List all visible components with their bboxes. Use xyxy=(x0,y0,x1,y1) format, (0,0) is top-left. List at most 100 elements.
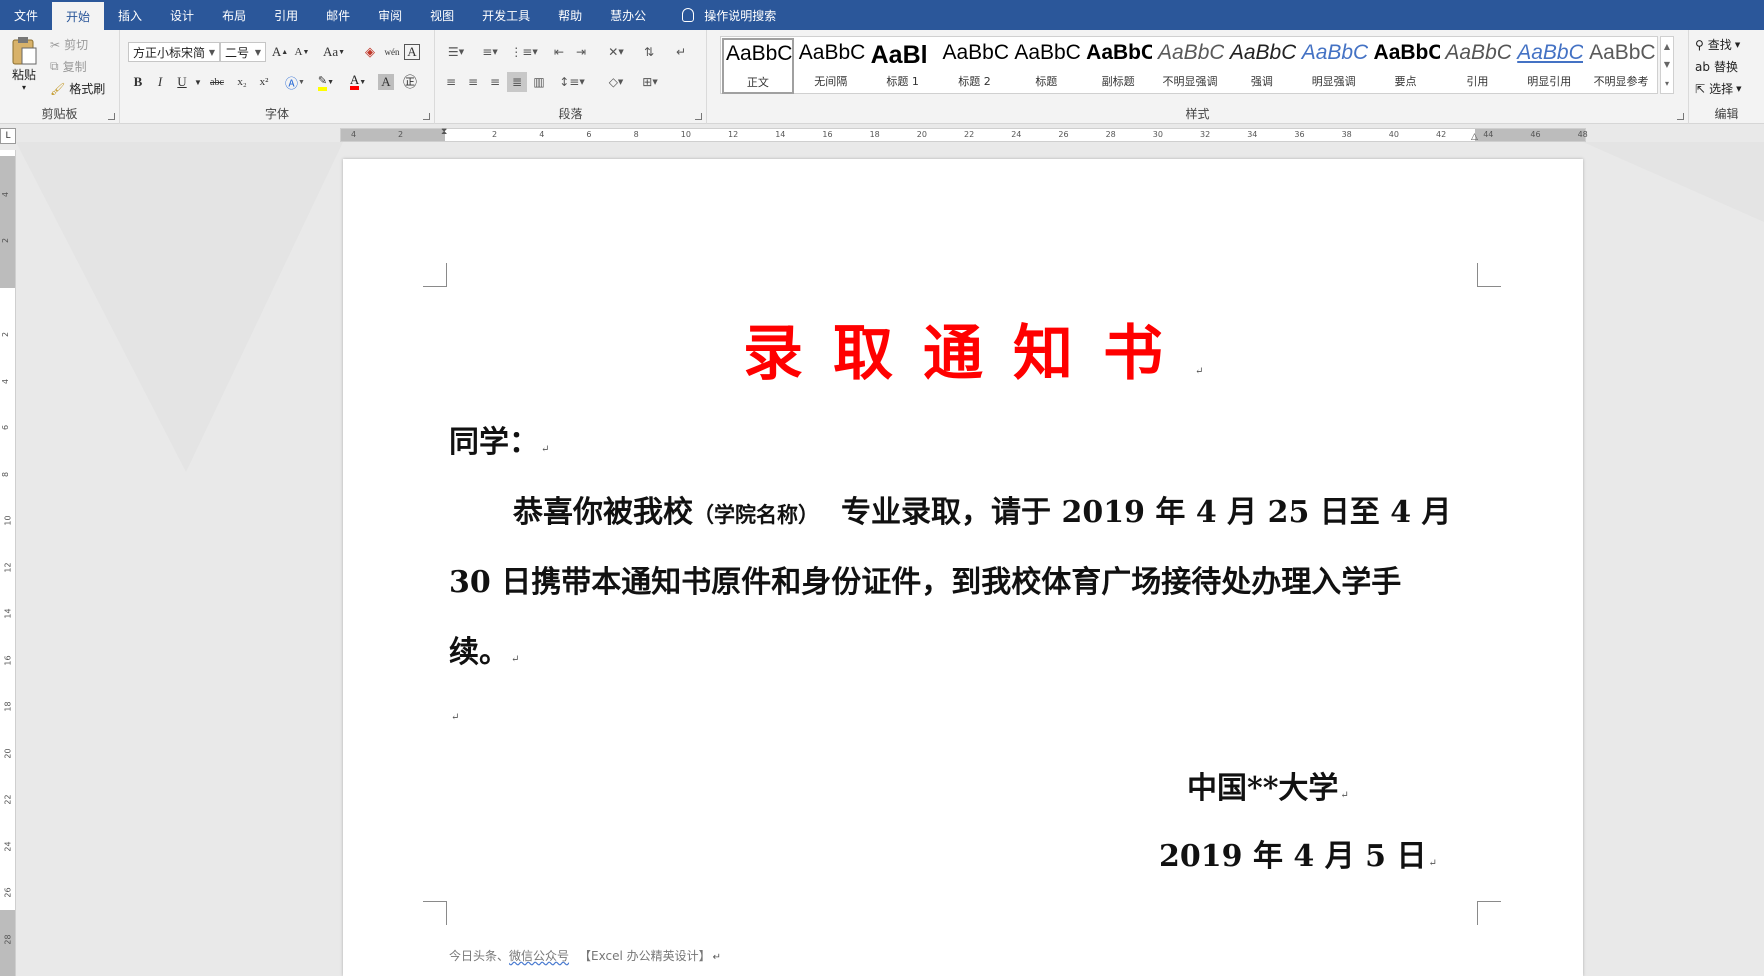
style-9[interactable]: AaBbC 要点 xyxy=(1370,37,1442,93)
distributed-button[interactable]: ▥ xyxy=(529,72,549,92)
tab-7[interactable]: 审阅 xyxy=(364,0,416,30)
body-line-1[interactable]: 恭喜你被我校（学院名称） 专业录取，请于 2019 年 4 月 25 日至 4 月 xyxy=(513,487,1452,531)
text-effects-button[interactable]: Ⓐ ▼ xyxy=(282,72,308,92)
right-indent-marker-icon[interactable]: △ xyxy=(1471,132,1478,142)
document-page[interactable]: 录取通知书 ↵ 同学： ↵ 恭喜你被我校（学院名称） 专业录取，请于 2019 年 4… xyxy=(343,159,1583,976)
font-group-label: 字体 xyxy=(264,107,289,121)
paste-button[interactable]: 粘贴 ▾ xyxy=(10,36,38,92)
eraser-icon: ◈ xyxy=(365,44,375,59)
justify-button[interactable]: ≣ xyxy=(507,72,527,92)
gallery-more-icon[interactable]: ▾ xyxy=(1665,79,1669,88)
line-spacing-button[interactable]: ↕≡ ▼ xyxy=(557,72,587,92)
style-1[interactable]: AaBbC 无间隔 xyxy=(795,37,867,93)
align-left-button[interactable]: ≡ xyxy=(441,72,461,92)
clear-format-button[interactable]: ◈ xyxy=(360,42,380,62)
char-border-button[interactable]: A xyxy=(404,44,420,60)
body-line-3[interactable]: 续。 ↵ xyxy=(449,627,519,671)
highlight-button[interactable]: ✎ ▼ xyxy=(312,72,340,92)
decrease-indent-button[interactable]: ⇤ xyxy=(549,42,569,62)
horizontal-ruler[interactable]: ⧗ △ 4 2 2 4 6 8 10 12 14 16 18 20 22 24 26 28 30 32 34 36 38… xyxy=(340,127,1588,142)
style-6[interactable]: AaBbC 不明显强调 xyxy=(1154,37,1226,93)
paragraph-launcher-icon[interactable] xyxy=(695,113,702,120)
chevron-up-icon[interactable]: ▲ xyxy=(1664,42,1670,51)
tab-selector[interactable]: L xyxy=(0,128,16,144)
find-button[interactable]: ⚲ 查找 ▼ xyxy=(1695,36,1740,53)
footer[interactable]: 今日头条、微信公众号 【Excel 办公精英设计】 ↵ xyxy=(449,947,721,964)
align-center-button[interactable]: ≡ xyxy=(463,72,483,92)
style-0[interactable]: AaBbC 正文 xyxy=(722,38,794,94)
numbered-list-icon: ≡ xyxy=(482,45,493,59)
multilevel-list-button[interactable]: ⋮≡ ▼ xyxy=(509,42,539,62)
style-8[interactable]: AaBbC 明显强调 xyxy=(1298,37,1370,93)
char-shading-button[interactable]: A xyxy=(378,74,394,90)
ruler-tick-label: 12 xyxy=(3,561,13,573)
chevron-down-icon: ▼ xyxy=(208,47,215,57)
tab-8[interactable]: 视图 xyxy=(416,0,468,30)
copy-button[interactable]: ⧉ 复制 xyxy=(50,58,87,75)
bold-button[interactable]: B xyxy=(128,72,148,92)
borders-button[interactable]: ⊞ ▼ xyxy=(635,72,665,92)
tab-5[interactable]: 引用 xyxy=(260,0,312,30)
ruler-tick-label: 28 xyxy=(1105,130,1116,139)
select-button[interactable]: ⇱ 选择 ▼ xyxy=(1695,80,1741,97)
font-color-button[interactable]: A ▼ xyxy=(344,72,372,92)
tab-0[interactable]: 文件 xyxy=(0,0,52,30)
signature[interactable]: 中国**大学 ↵ xyxy=(1187,763,1349,807)
clipboard-group-label: 剪贴板 xyxy=(41,107,78,121)
clipboard-launcher-icon[interactable] xyxy=(108,113,115,120)
numbering-button[interactable]: ≡ ▼ xyxy=(475,42,505,62)
style-12[interactable]: AaBbC 不明显参考 xyxy=(1585,37,1657,93)
font-launcher-icon[interactable] xyxy=(423,113,430,120)
chinese-layout-button[interactable]: ✕ ▼ xyxy=(601,42,631,62)
date-line[interactable]: 2019 年 4 月 5 日 ↵ xyxy=(1159,831,1437,875)
shrink-font-button[interactable]: A ▼ xyxy=(292,42,312,62)
cut-button[interactable]: ✂ 剪切 xyxy=(50,36,88,53)
italic-button[interactable]: I xyxy=(150,72,170,92)
shading-button[interactable]: ◇ ▼ xyxy=(601,72,631,92)
format-painter-button[interactable]: 🖌 格式刷 xyxy=(50,80,105,97)
tab-10[interactable]: 帮助 xyxy=(544,0,596,30)
tab-1[interactable]: 开始 xyxy=(52,2,105,30)
sort-button[interactable]: ⇅ xyxy=(639,42,659,62)
paragraph-mark: ↵ xyxy=(511,654,520,665)
tab-4[interactable]: 布局 xyxy=(208,0,260,30)
superscript-button[interactable]: x² xyxy=(254,72,274,92)
enclose-char-button[interactable]: ㊣ xyxy=(400,72,420,92)
style-7[interactable]: AaBbC 强调 xyxy=(1226,37,1298,93)
style-10[interactable]: AaBbC 引用 xyxy=(1441,37,1513,93)
vertical-ruler[interactable]: 4 2 2 4 6 8 10 12 14 16 18 20 22 24 26 28 xyxy=(0,150,16,976)
font-name-combo[interactable]: 方正小标宋简 ▼ xyxy=(128,42,220,62)
replace-button[interactable]: ab 替换 xyxy=(1695,58,1738,75)
align-right-button[interactable]: ≡ xyxy=(485,72,505,92)
increase-indent-button[interactable]: ⇥ xyxy=(571,42,591,62)
styles-gallery-scroll[interactable]: ▲ ▼ ▾ xyxy=(1660,36,1674,94)
style-name: 无间隔 xyxy=(814,75,848,88)
grow-font-button[interactable]: A ▲ xyxy=(270,42,290,62)
document-title[interactable]: 录取通知书 ↵ xyxy=(743,305,1233,392)
tell-me-search[interactable]: 操作说明搜索 xyxy=(660,0,776,30)
salutation[interactable]: 同学： ↵ xyxy=(449,417,549,461)
change-case-button[interactable]: Aa ▼ xyxy=(320,42,348,62)
show-marks-button[interactable]: ↵ xyxy=(671,42,691,62)
tab-3[interactable]: 设计 xyxy=(156,0,208,30)
subscript-button[interactable]: x₂ xyxy=(232,72,252,92)
tab-2[interactable]: 插入 xyxy=(104,0,156,30)
phonetic-guide-button[interactable]: wén xyxy=(382,42,402,62)
font-size-combo[interactable]: 二号 ▼ xyxy=(220,42,266,62)
tab-11[interactable]: 慧办公 xyxy=(596,0,660,30)
body-line-2[interactable]: 30 日携带本通知书原件和身份证件，到我校体育广场接待处办理入学手 xyxy=(449,557,1401,601)
style-5[interactable]: AaBbC 副标题 xyxy=(1082,37,1154,93)
tab-6[interactable]: 邮件 xyxy=(312,0,364,30)
style-2[interactable]: AaBl 标题 1 xyxy=(867,37,939,93)
date-text: 2019 年 4 月 5 日 xyxy=(1159,839,1427,874)
styles-launcher-icon[interactable] xyxy=(1677,113,1684,120)
empty-paragraph[interactable]: ↵ xyxy=(449,709,459,723)
strikethrough-button[interactable]: abc xyxy=(204,72,230,92)
chevron-down-icon[interactable]: ▼ xyxy=(1664,60,1670,69)
style-4[interactable]: AaBbC 标题 xyxy=(1010,37,1082,93)
indent-marker-icon[interactable]: ⧗ xyxy=(441,127,447,137)
tab-9[interactable]: 开发工具 xyxy=(468,0,544,30)
bullets-button[interactable]: ☰ ▼ xyxy=(441,42,471,62)
style-11[interactable]: AaBbC 明显引用 xyxy=(1513,37,1585,93)
style-3[interactable]: AaBbC 标题 2 xyxy=(939,37,1011,93)
